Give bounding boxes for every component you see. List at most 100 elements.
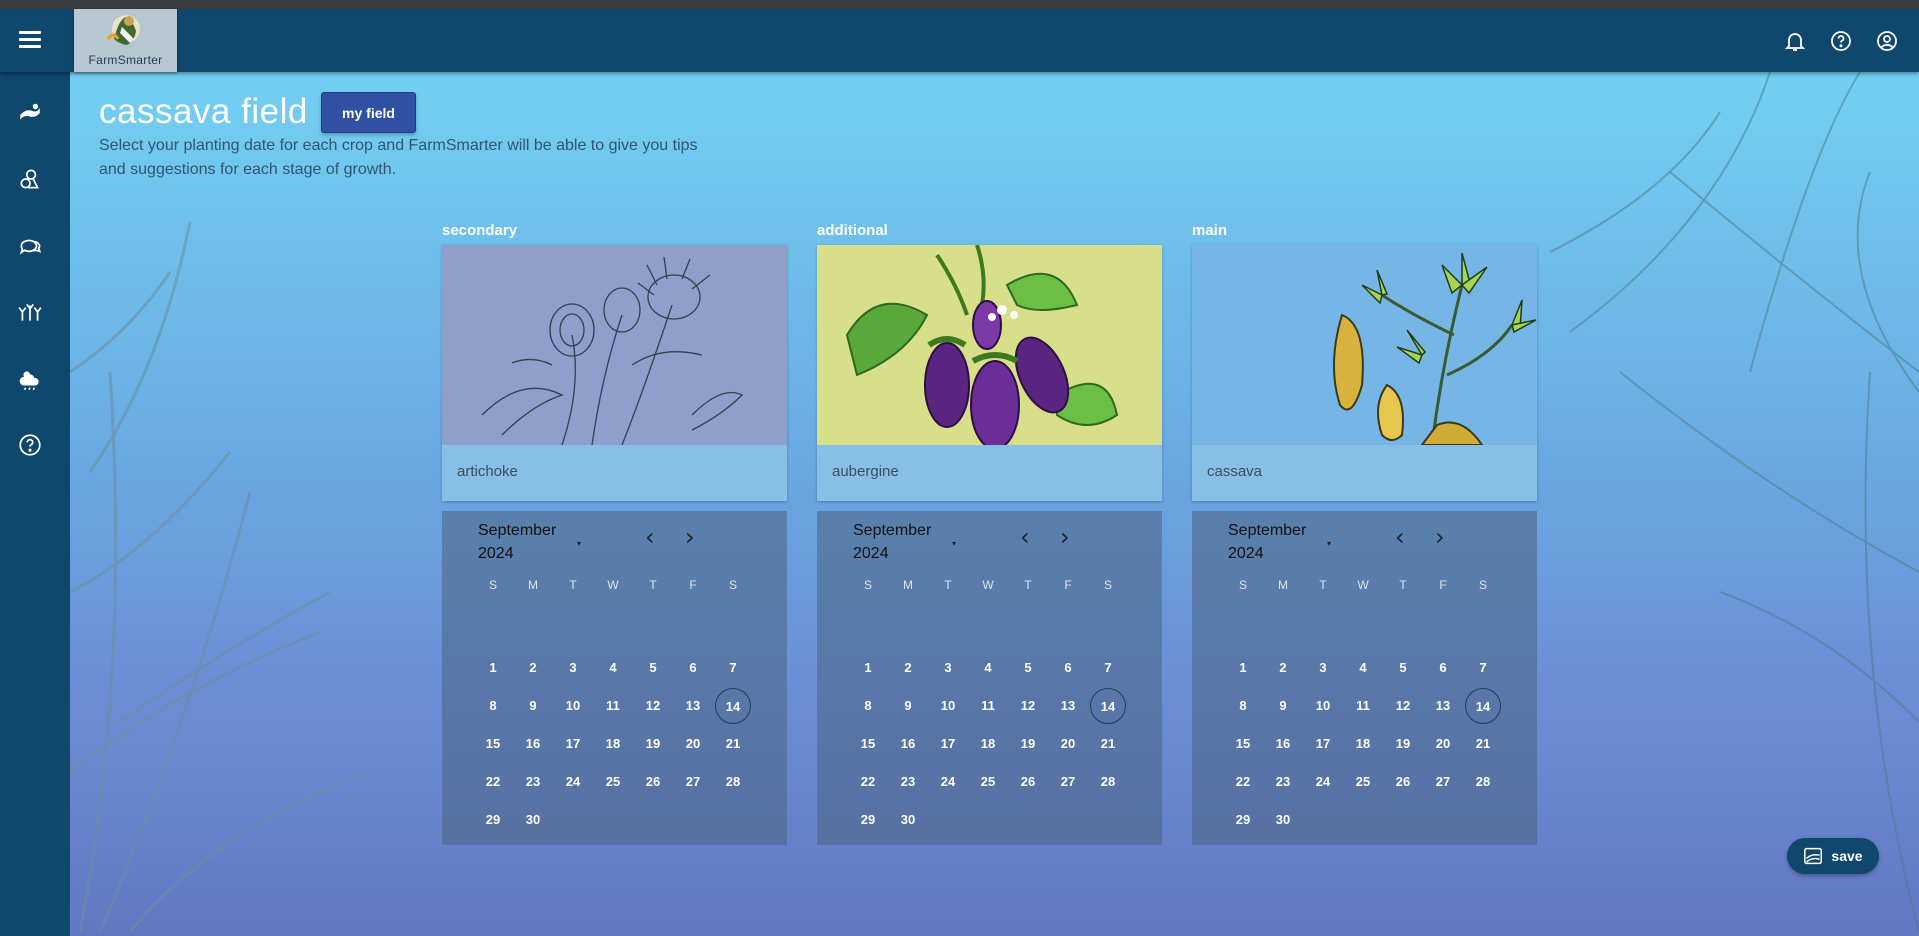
calendar-day[interactable]: 7 <box>1465 650 1501 686</box>
calendar-day[interactable]: 17 <box>1305 726 1341 762</box>
plants-icon[interactable] <box>17 299 43 325</box>
calendar-day[interactable]: 7 <box>1090 650 1126 686</box>
calendar-day[interactable]: 8 <box>850 688 886 724</box>
calendar-day[interactable]: 27 <box>1425 764 1461 800</box>
calendar-day[interactable]: 18 <box>970 726 1006 762</box>
calendar-day[interactable]: 20 <box>1050 726 1086 762</box>
next-month-icon[interactable]: › <box>1435 525 1445 549</box>
previous-month-icon[interactable]: ‹ <box>1020 525 1030 549</box>
help-icon[interactable] <box>1829 29 1853 53</box>
calendar-day[interactable]: 2 <box>1265 650 1301 686</box>
calendar-day[interactable]: 25 <box>595 764 631 800</box>
calendar-day[interactable]: 6 <box>1425 650 1461 686</box>
calendar-day[interactable]: 3 <box>1305 650 1341 686</box>
chat-icon[interactable] <box>17 233 43 259</box>
calendar-day[interactable]: 4 <box>595 650 631 686</box>
calendar-day[interactable]: 23 <box>1265 764 1301 800</box>
calendar-day[interactable]: 24 <box>555 764 591 800</box>
calendar-day-selected[interactable]: 14 <box>715 688 751 724</box>
weather-icon[interactable] <box>17 366 43 392</box>
calendar-day[interactable]: 18 <box>1345 726 1381 762</box>
calendar-day[interactable]: 10 <box>1305 688 1341 724</box>
calendar-day[interactable]: 5 <box>1385 650 1421 686</box>
calendar-day[interactable]: 15 <box>1225 726 1261 762</box>
hamburger-menu-icon[interactable] <box>15 27 45 55</box>
calendar-day[interactable]: 9 <box>515 688 551 724</box>
calendar-day[interactable]: 13 <box>675 688 711 724</box>
calendar-day[interactable]: 29 <box>475 802 511 838</box>
calendar-day[interactable]: 4 <box>970 650 1006 686</box>
calendar-day[interactable]: 15 <box>850 726 886 762</box>
calendar-day[interactable]: 23 <box>515 764 551 800</box>
calendar-day[interactable]: 16 <box>890 726 926 762</box>
calendar-day[interactable]: 20 <box>675 726 711 762</box>
previous-month-icon[interactable]: ‹ <box>645 525 655 549</box>
calendar-day[interactable]: 6 <box>1050 650 1086 686</box>
crops-icon[interactable] <box>17 166 43 192</box>
field-icon[interactable] <box>17 100 43 126</box>
calendar-day[interactable]: 16 <box>515 726 551 762</box>
dropdown-arrow-icon[interactable]: ▾ <box>952 539 956 548</box>
calendar-day[interactable]: 28 <box>1465 764 1501 800</box>
calendar-day[interactable]: 1 <box>1225 650 1261 686</box>
calendar-day[interactable]: 28 <box>1090 764 1126 800</box>
calendar-day[interactable]: 21 <box>715 726 751 762</box>
calendar-day[interactable]: 27 <box>1050 764 1086 800</box>
calendar-day[interactable]: 8 <box>475 688 511 724</box>
calendar-day[interactable]: 12 <box>635 688 671 724</box>
calendar-day[interactable]: 29 <box>1225 802 1261 838</box>
calendar-day[interactable]: 2 <box>515 650 551 686</box>
calendar-day[interactable]: 27 <box>675 764 711 800</box>
calendar-day[interactable]: 19 <box>1010 726 1046 762</box>
calendar-day[interactable]: 22 <box>1225 764 1261 800</box>
calendar-day[interactable]: 25 <box>970 764 1006 800</box>
next-month-icon[interactable]: › <box>685 525 695 549</box>
calendar-day[interactable]: 21 <box>1090 726 1126 762</box>
account-icon[interactable] <box>1875 29 1899 53</box>
calendar-day[interactable]: 20 <box>1425 726 1461 762</box>
calendar-day[interactable]: 8 <box>1225 688 1261 724</box>
bell-icon[interactable] <box>1783 29 1807 53</box>
calendar-day[interactable]: 11 <box>595 688 631 724</box>
calendar-day[interactable]: 30 <box>1265 802 1301 838</box>
calendar-day[interactable]: 17 <box>555 726 591 762</box>
dropdown-arrow-icon[interactable]: ▾ <box>577 539 581 548</box>
calendar-day[interactable]: 19 <box>1385 726 1421 762</box>
help-icon[interactable] <box>17 432 43 458</box>
crop-card-artichoke[interactable]: artichoke <box>442 245 787 501</box>
calendar-day[interactable]: 24 <box>930 764 966 800</box>
next-month-icon[interactable]: › <box>1060 525 1070 549</box>
calendar-day[interactable]: 10 <box>555 688 591 724</box>
calendar-day[interactable]: 5 <box>1010 650 1046 686</box>
calendar-day[interactable]: 19 <box>635 726 671 762</box>
calendar-day[interactable]: 9 <box>1265 688 1301 724</box>
calendar-day[interactable]: 5 <box>635 650 671 686</box>
previous-month-icon[interactable]: ‹ <box>1395 525 1405 549</box>
calendar-day[interactable]: 22 <box>475 764 511 800</box>
calendar-day[interactable]: 28 <box>715 764 751 800</box>
calendar-day[interactable]: 11 <box>970 688 1006 724</box>
calendar-day[interactable]: 23 <box>890 764 926 800</box>
calendar-day[interactable]: 2 <box>890 650 926 686</box>
calendar-day[interactable]: 9 <box>890 688 926 724</box>
crop-card-aubergine[interactable]: aubergine <box>817 245 1162 501</box>
calendar-day[interactable]: 30 <box>515 802 551 838</box>
crop-card-cassava[interactable]: cassava <box>1192 245 1537 501</box>
calendar-day[interactable]: 3 <box>930 650 966 686</box>
calendar-day[interactable]: 26 <box>1010 764 1046 800</box>
calendar-day[interactable]: 30 <box>890 802 926 838</box>
my-field-button[interactable]: my field <box>321 92 416 133</box>
calendar-day[interactable]: 24 <box>1305 764 1341 800</box>
calendar-day[interactable]: 22 <box>850 764 886 800</box>
calendar-day[interactable]: 11 <box>1345 688 1381 724</box>
calendar-day[interactable]: 1 <box>475 650 511 686</box>
calendar-day[interactable]: 13 <box>1050 688 1086 724</box>
calendar-day[interactable]: 13 <box>1425 688 1461 724</box>
calendar-day-selected[interactable]: 14 <box>1090 688 1126 724</box>
calendar-day[interactable]: 10 <box>930 688 966 724</box>
calendar-day[interactable]: 29 <box>850 802 886 838</box>
calendar-day[interactable]: 21 <box>1465 726 1501 762</box>
calendar-day[interactable]: 25 <box>1345 764 1381 800</box>
calendar-day[interactable]: 18 <box>595 726 631 762</box>
calendar-day[interactable]: 3 <box>555 650 591 686</box>
